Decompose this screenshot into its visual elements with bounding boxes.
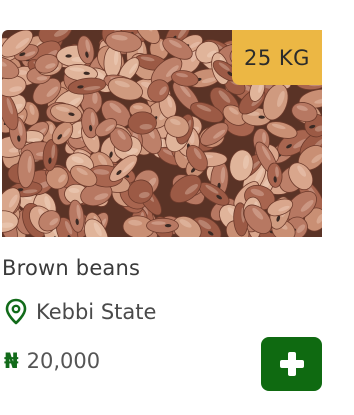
weight-badge-label: 25 KG [244,45,310,70]
product-price: ₦ 20,000 [4,349,100,373]
plus-icon [279,352,304,376]
location-label: Kebbi State [36,300,157,324]
price-value: 20,000 [26,349,101,373]
map-pin-icon [5,298,27,325]
currency-symbol: ₦ [4,349,19,373]
weight-badge: 25 KG [232,30,322,85]
product-card[interactable]: 25 KG Brown beans Kebbi State ₦ 20,000 [0,0,354,415]
product-title: Brown beans [2,256,141,280]
product-image[interactable]: 25 KG [2,30,322,237]
add-to-cart-button[interactable] [261,337,322,391]
product-location: Kebbi State [4,298,156,326]
